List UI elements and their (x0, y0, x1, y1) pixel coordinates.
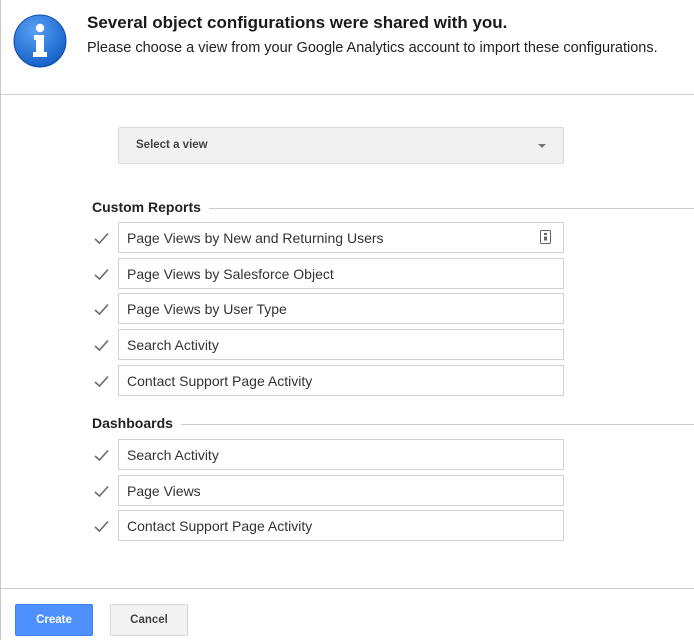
custom-reports-heading: Custom Reports (92, 199, 694, 217)
dialog-title: Several object configurations were share… (87, 13, 508, 32)
info-icon (13, 14, 67, 68)
checkbox-dashboard-2[interactable] (94, 485, 109, 498)
dialog-header: Several object configurations were share… (1, 0, 694, 95)
checkbox-report-2[interactable] (94, 268, 109, 281)
report-item-label: Page Views by New and Returning Users (127, 230, 384, 246)
report-item[interactable]: Page Views by Salesforce Object (118, 258, 564, 289)
custom-reports-title: Custom Reports (92, 199, 209, 215)
checkbox-report-5[interactable] (94, 375, 109, 388)
dashboard-item-label: Page Views (127, 483, 201, 499)
report-item[interactable]: Page Views by New and Returning Users (118, 222, 564, 253)
view-select-dropdown[interactable]: Select a view (118, 127, 564, 164)
report-item[interactable]: Search Activity (118, 329, 564, 360)
checkbox-report-1[interactable] (94, 232, 109, 245)
checkbox-report-3[interactable] (94, 303, 109, 316)
dialog-subtitle: Please choose a view from your Google An… (87, 40, 658, 56)
dashboard-item-label: Search Activity (127, 447, 219, 463)
report-item[interactable]: Page Views by User Type (118, 293, 564, 324)
dashboards-title: Dashboards (92, 415, 181, 431)
report-details-icon[interactable] (540, 230, 551, 244)
dashboard-item[interactable]: Search Activity (118, 439, 564, 470)
dashboard-item-label: Contact Support Page Activity (127, 518, 313, 534)
report-item-label: Contact Support Page Activity (127, 373, 313, 389)
footer-divider (1, 588, 694, 589)
dashboard-item[interactable]: Contact Support Page Activity (118, 510, 564, 541)
cancel-button[interactable]: Cancel (110, 604, 188, 636)
view-select-label: Select a view (136, 139, 208, 151)
import-configurations-dialog: Several object configurations were share… (0, 0, 694, 640)
checkbox-report-4[interactable] (94, 339, 109, 352)
report-item-label: Page Views by Salesforce Object (127, 266, 334, 282)
report-item-label: Page Views by User Type (127, 301, 287, 317)
dashboards-heading: Dashboards (92, 415, 694, 433)
report-item-label: Search Activity (127, 337, 219, 353)
chevron-down-icon (538, 144, 546, 148)
report-item[interactable]: Contact Support Page Activity (118, 365, 564, 396)
divider (92, 424, 694, 425)
create-button[interactable]: Create (15, 604, 93, 636)
checkbox-dashboard-1[interactable] (94, 449, 109, 462)
dashboard-item[interactable]: Page Views (118, 475, 564, 506)
checkbox-dashboard-3[interactable] (94, 520, 109, 533)
